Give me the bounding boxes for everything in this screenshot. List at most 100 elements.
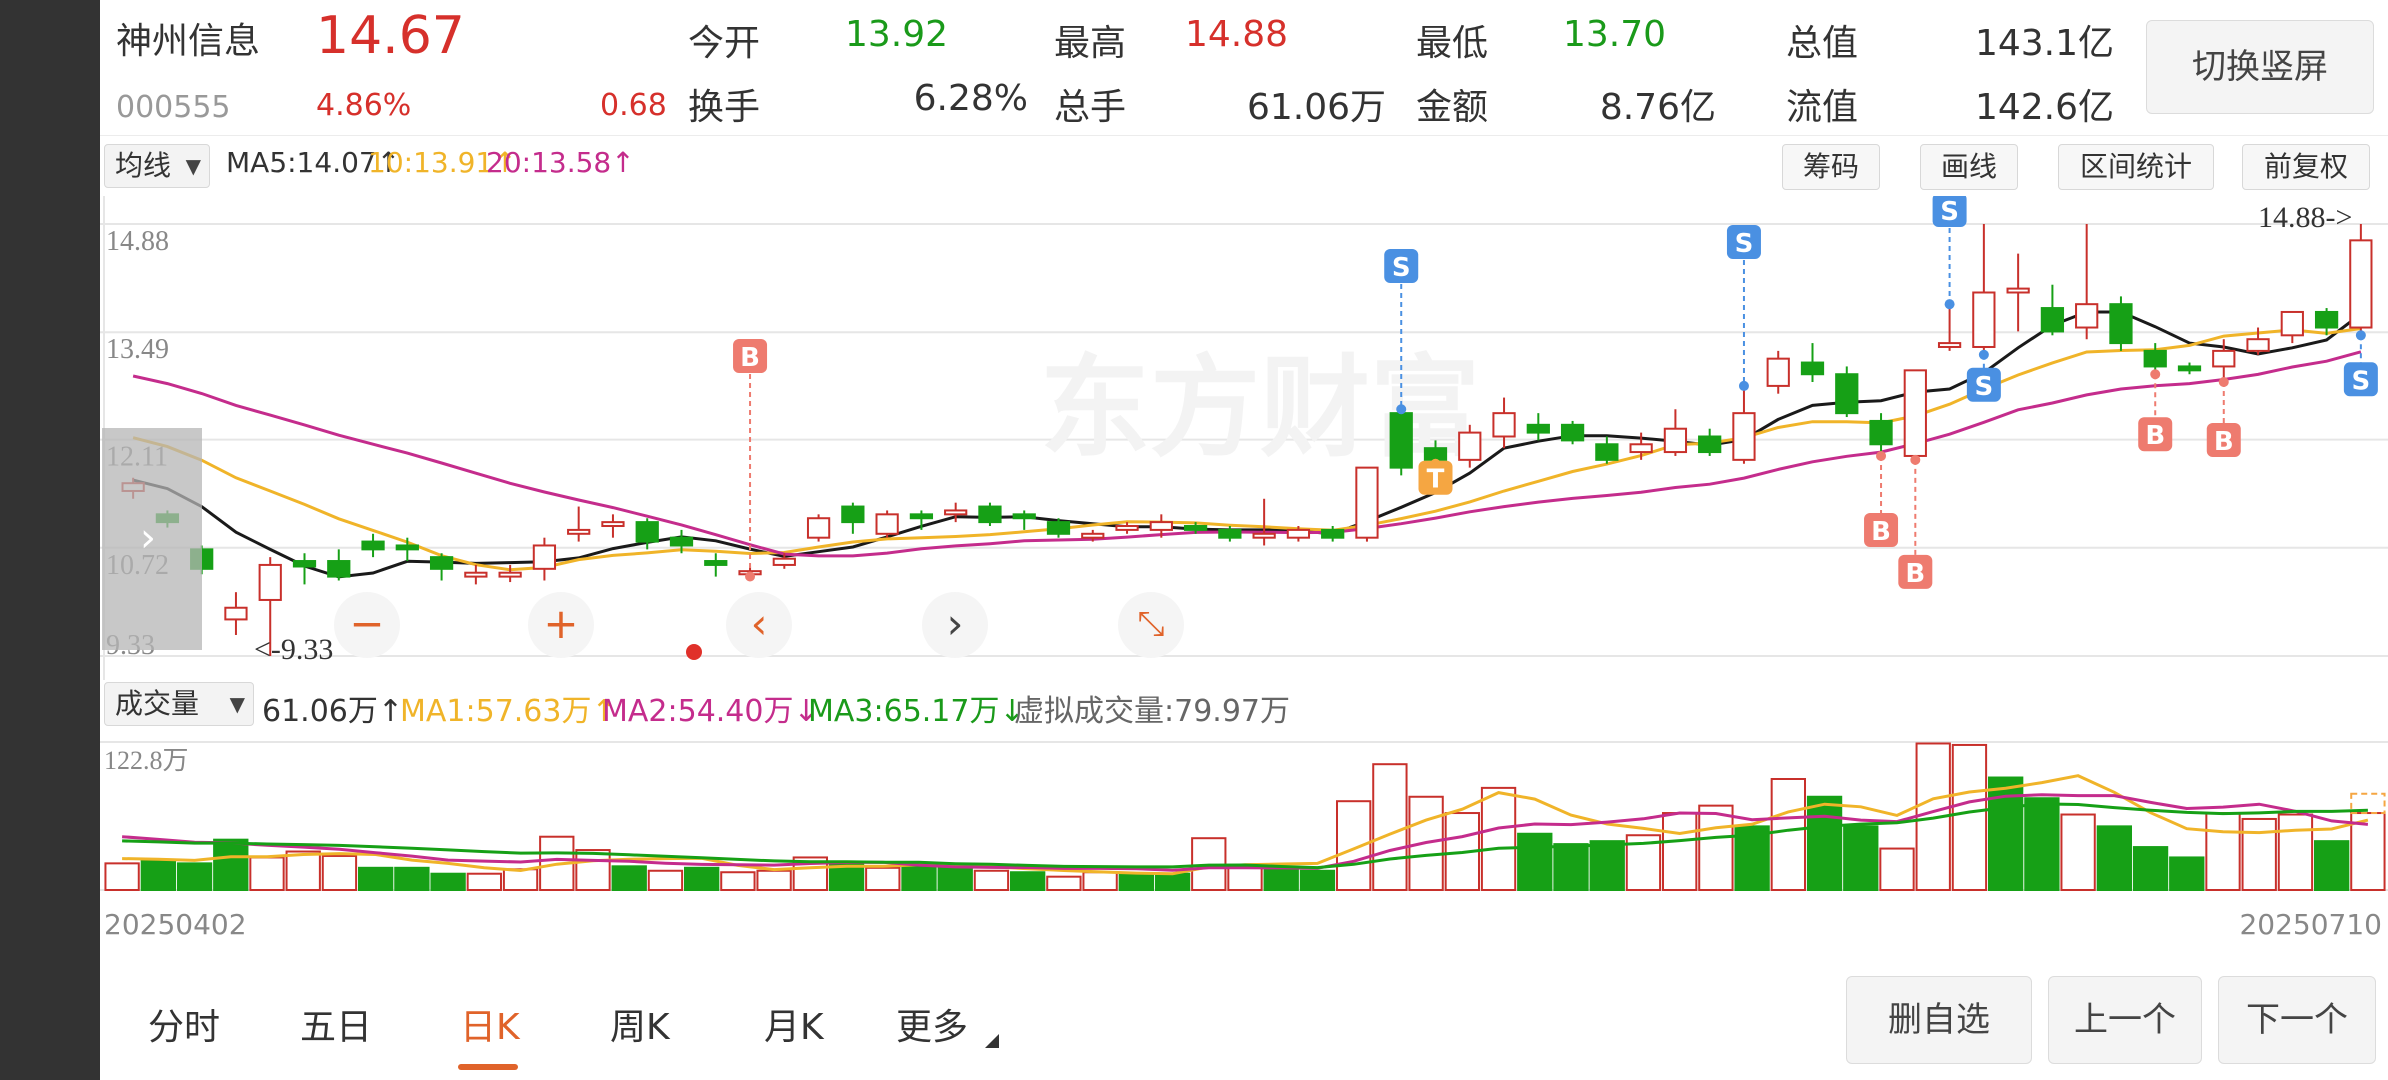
minus-icon: −	[349, 599, 385, 648]
price-tick: 13.49	[106, 334, 169, 365]
shrink-icon: ⤡	[1137, 604, 1165, 644]
volume-bar-down	[176, 862, 213, 891]
volume-bar-up	[1662, 812, 1698, 891]
volume-bar-up	[104, 862, 140, 891]
candle-down	[909, 513, 934, 520]
volume-bar-down	[2132, 846, 2169, 891]
candle-up	[464, 571, 488, 578]
candle-down	[1183, 525, 1208, 531]
chevron-left-icon: ‹	[750, 599, 768, 648]
signal-dot	[2355, 330, 2366, 341]
open-label: 今开	[688, 23, 761, 64]
candle-up	[567, 528, 591, 535]
volume-bar-down	[1263, 866, 1299, 892]
volume-bar-down	[1589, 840, 1625, 892]
volume-bar-up	[1879, 847, 1915, 891]
candle-up	[498, 571, 522, 578]
candle-down	[1835, 373, 1859, 415]
tab-five-day[interactable]: 五日	[300, 998, 372, 1050]
volume-bar-down	[394, 866, 430, 892]
scroll-right-button[interactable]: ›	[922, 592, 988, 658]
candle-up	[772, 557, 796, 566]
low-label: 最低	[1416, 23, 1489, 64]
tab-weekly-k[interactable]: 周K	[610, 998, 670, 1050]
signal-badge-text: B	[2214, 427, 2234, 457]
volume-ma3: MA3:65.17万↓	[808, 694, 1025, 729]
adjust-dropdown[interactable]: 前复权	[2242, 144, 2370, 190]
switch-portrait-button[interactable]: 切换竖屏	[2146, 20, 2374, 114]
candle-up	[224, 606, 248, 621]
signal-badge-text: S	[1392, 253, 1411, 283]
candle-down	[1012, 513, 1036, 520]
signal-dot	[745, 571, 756, 582]
volume-bar-down	[213, 838, 249, 891]
volume-bar-up	[2060, 813, 2096, 891]
float-value: 142.6亿	[1974, 87, 2114, 128]
volume-bar-up	[647, 869, 684, 891]
volume-value: 61.06万	[1246, 87, 1386, 128]
zoom-in-button[interactable]: +	[528, 592, 594, 658]
candle-down	[1560, 423, 1585, 442]
volume-bar-up	[466, 872, 502, 892]
candle-down	[2109, 303, 2133, 345]
volume-bar-down	[611, 865, 647, 892]
signal-dot	[1978, 349, 1989, 360]
candle-up	[2349, 239, 2373, 329]
volume-bar-down	[140, 859, 176, 891]
signal-badge-text: B	[740, 343, 760, 373]
kline-chart[interactable]: 东方财富 STBSBBSSBBS 14.8813.4912.1110.729.3…	[100, 196, 2388, 680]
draw-line-button[interactable]: 画线	[1920, 144, 2018, 190]
tab-more[interactable]: 更多	[896, 998, 968, 1050]
previous-stock-button[interactable]: 上一个	[2048, 976, 2202, 1064]
tab-daily-k[interactable]: 日K	[460, 998, 520, 1050]
candle-down	[1595, 443, 1619, 461]
scroll-left-button[interactable]: ‹	[726, 592, 792, 658]
candle-up	[1732, 412, 1756, 461]
ma20-readout: 20:13.58↑	[486, 146, 635, 179]
candle-down	[429, 556, 454, 570]
candle-up	[1663, 427, 1688, 454]
range-stats-button[interactable]: 区间统计	[2058, 144, 2214, 190]
candle-up	[875, 513, 899, 535]
tab-monthly-k[interactable]: 月K	[764, 998, 824, 1050]
candle-down	[2177, 365, 2202, 372]
change-percent: 4.86%	[316, 88, 412, 123]
candle-up	[1149, 521, 1173, 531]
collapse-button[interactable]: ⤡	[1118, 592, 1184, 658]
volume-bar-up	[285, 850, 321, 891]
system-left-bar	[0, 0, 100, 1080]
amount-value: 8.76亿	[1599, 87, 1716, 128]
next-stock-button[interactable]: 下一个	[2218, 976, 2376, 1064]
volume-bar-up	[1372, 763, 1408, 892]
start-date: 20250402	[104, 908, 247, 941]
signal-badge-text: T	[1427, 465, 1445, 495]
volume-bar-down	[684, 866, 720, 892]
zoom-out-button[interactable]: −	[334, 592, 400, 658]
volume-bar-down	[901, 863, 937, 891]
volume-bar-up	[321, 854, 358, 891]
candle-down	[1526, 423, 1550, 434]
indicator-label: 均线	[115, 149, 172, 182]
candle-down	[1046, 521, 1071, 535]
volume-bar-up	[1698, 804, 1734, 891]
mcap-label: 总值	[1786, 23, 1859, 64]
volume-indicator-dropdown[interactable]: 成交量 ▼	[104, 682, 254, 726]
volume-bar-up	[1770, 778, 1806, 891]
amount-label: 金额	[1416, 87, 1489, 128]
candle-up	[1766, 357, 1790, 387]
signal-badge-text: B	[1905, 559, 1925, 589]
volume-bar-up	[1480, 786, 1517, 892]
remove-watchlist-button[interactable]: 删自选	[1846, 976, 2032, 1064]
volume-bar-down	[1806, 795, 1843, 891]
volume-bar-up	[756, 869, 792, 891]
candle-down	[1869, 419, 1893, 446]
volume-chart[interactable]: 122.8万	[100, 730, 2388, 898]
candle-down	[1800, 361, 1825, 376]
tab-intraday[interactable]: 分时	[148, 998, 220, 1050]
indicator-dropdown[interactable]: 均线 ▼	[104, 144, 210, 188]
volume-bar-down	[2096, 825, 2132, 891]
chips-button[interactable]: 筹码	[1782, 144, 1880, 190]
volume-bar-down	[1843, 825, 1879, 891]
volume-bar-down	[2024, 797, 2060, 891]
active-tab-indicator	[458, 1064, 518, 1070]
